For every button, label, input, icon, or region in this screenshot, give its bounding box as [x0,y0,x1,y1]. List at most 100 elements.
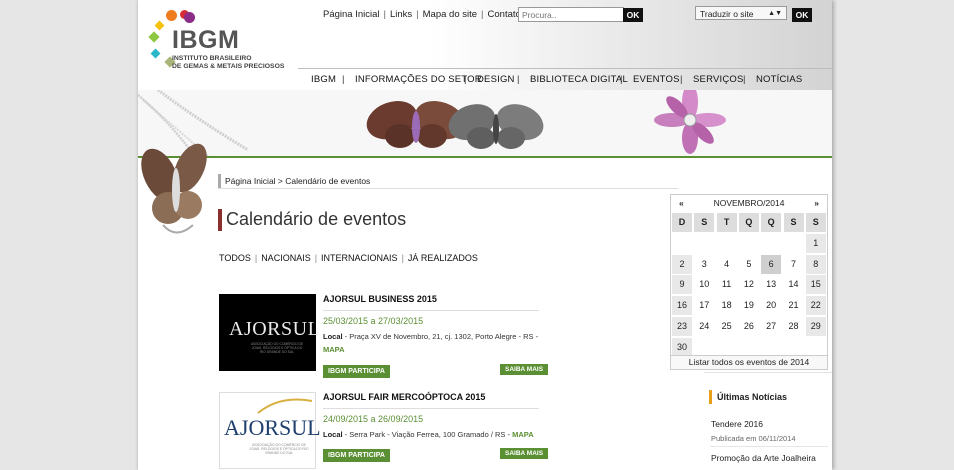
event-location-address: - Praça XV de Novembro, 21, cj. 1302, Po… [342,332,541,341]
nav-ibgm[interactable]: IBGM [311,74,336,85]
event-filters: TODOS | NACIONAIS | INTERNACIONAIS | JÁ REALIZ… [219,253,478,263]
saiba-mais-button[interactable]: SAIBA MAIS [500,448,549,459]
calendar-day[interactable]: 9 [672,275,692,295]
calendar-weekday-header: Q [761,213,782,232]
nav-design[interactable]: DESIGN [477,74,515,85]
calendar-day[interactable]: 18 [717,296,737,315]
calendar-day[interactable]: 16 [672,296,692,316]
news-item-title[interactable]: Tendere 2016 [711,419,763,429]
calendar-day[interactable]: 21 [784,296,804,315]
search-ok-button[interactable]: OK [623,8,643,22]
event-map-link[interactable]: MAPA [512,430,534,439]
event-title[interactable]: AJORSUL BUSINESS 2015 [323,294,437,304]
logo-diamond-yellow [154,20,165,31]
calendar-weekday-header: S [805,213,826,232]
event-title[interactable]: AJORSUL FAIR MERCOÓPTOCA 2015 [323,392,485,402]
calendar-day[interactable]: 25 [717,317,737,336]
news-item-title[interactable]: Promoção da Arte Joalheira [711,453,816,463]
search-input[interactable] [518,7,624,22]
calendar-next-button[interactable]: » [814,195,819,212]
calendar-month-title: NOVEMBRO/2014 [713,198,785,208]
calendar-day[interactable]: 13 [761,275,781,294]
calendar-day[interactable]: 5 [739,255,759,274]
calendar-day[interactable]: 14 [784,275,804,294]
nav-eventos[interactable]: EVENTOS [633,74,680,85]
calendar-day[interactable]: 15 [805,275,826,295]
logo-subtitle-line2: DE GEMAS & METAIS PRECIOSOS [172,63,285,70]
event-logo-image[interactable]: AJORSUL ASSOCIAÇÃO DO COMÉRCIO DE JOIAS,… [219,392,321,469]
separator: | [383,9,386,20]
event-date: 25/03/2015 a 27/03/2015 [323,316,424,326]
event-logo-text: AJORSUL [229,318,321,340]
calendar-day[interactable]: 26 [739,317,759,336]
event-logo-subtitle: ASSOCIAÇÃO DO COMÉRCIO DE JOIAS, RELÓGIO… [249,443,309,456]
calendar-day[interactable]: 4 [717,255,737,274]
calendar-day[interactable]: 3 [694,255,714,274]
calendar-day[interactable]: 24 [694,317,714,336]
calendar-list-all-link[interactable]: Listar todos os eventos de 2014 [671,355,827,369]
calendar-day[interactable]: 12 [739,275,759,294]
events-calendar: « NOVEMBRO/2014 » D S T Q Q S S 1 2 3 4 5 6 7 8 9 10 11 12… [670,194,828,370]
nav-separator: | [620,74,623,85]
logo-subtitle: INSTITUTO BRASILEIRO DE GEMAS & METAIS P… [172,55,284,71]
calendar-day[interactable]: 8 [805,254,826,274]
title-accent-bar [218,209,222,231]
toplink-links[interactable]: Links [390,9,412,20]
filter-past[interactable]: JÁ REALIZADOS [408,253,478,263]
nav-biblioteca[interactable]: BIBLIOTECA DIGITAL [530,74,628,85]
logo-subtitle-line1: INSTITUTO BRASILEIRO [172,55,252,62]
filter-national[interactable]: NACIONAIS [261,253,311,263]
filter-international[interactable]: INTERNACIONAIS [321,253,398,263]
sidebar-divider [704,372,832,373]
separator: | [254,253,258,263]
breadcrumb-home-link[interactable]: Página Inicial [225,176,276,186]
calendar-day[interactable]: 29 [805,317,826,336]
ibgm-logo[interactable]: IBGM INSTITUTO BRASILEIRO DE GEMAS & MET… [142,8,292,78]
calendar-day[interactable]: 19 [739,296,759,315]
calendar-day[interactable]: 6 [761,254,782,274]
news-item-date: Publicada em 06/11/2014 [711,434,796,443]
nav-separator: | [464,74,467,85]
nav-separator: | [743,74,746,85]
event-map-link[interactable]: MAPA [323,345,345,354]
calendar-day[interactable]: 11 [717,275,737,294]
event-date: 24/09/2015 a 26/09/2015 [323,414,424,424]
event-logo-text: AJORSUL [224,415,321,440]
calendar-day[interactable]: 7 [784,255,804,274]
calendar-day[interactable]: 30 [672,337,692,357]
calendar-day[interactable]: 28 [784,317,804,336]
separator: | [401,253,404,263]
logo-diamond-green [148,31,160,43]
calendar-day[interactable]: 23 [672,317,692,336]
calendar-day[interactable]: 20 [761,296,781,315]
toplink-home[interactable]: Página Inicial [323,9,380,20]
separator: | [416,9,419,20]
news-heading: Últimas Notícias [717,392,788,402]
filter-all[interactable]: TODOS [219,253,251,263]
translate-ok-button[interactable]: OK [792,8,812,22]
calendar-day[interactable]: 10 [694,275,714,294]
calendar-day[interactable]: 17 [694,296,714,315]
event-logo-image[interactable]: AJORSUL ASSOCIAÇÃO DO COMÉRCIO DE JOIAS,… [219,294,320,371]
calendar-day[interactable]: 22 [805,296,826,316]
breadcrumb-divider [218,188,678,189]
translate-select[interactable]: Traduzir o site ▲▼ [695,6,787,20]
calendar-day[interactable]: 2 [672,254,692,274]
saiba-mais-button[interactable]: SAIBA MAIS [500,364,549,375]
toplink-sitemap[interactable]: Mapa do site [423,9,477,20]
event-divider [323,310,539,311]
calendar-day[interactable]: 27 [761,317,781,336]
toplink-contact[interactable]: Contato [488,9,521,20]
butterfly-brooch-image [138,90,216,286]
logo-diamond-teal [150,48,161,59]
nav-servicos[interactable]: SERVIÇOS [693,74,744,85]
translate-select-value: Traduzir o site [700,9,754,19]
logo-dot-purple [184,12,195,23]
banner-divider [138,156,832,158]
nav-noticias[interactable]: NOTÍCIAS [756,74,802,85]
jewelry-banner [138,90,832,156]
event-logo-subtitle: ASSOCIAÇÃO DO COMÉRCIO DE JOIAS, RELÓGIO… [250,342,304,354]
calendar-day[interactable]: 1 [805,233,826,253]
calendar-weekday-header: S [694,213,715,232]
nav-informacoes[interactable]: INFORMAÇÕES DO SETOR [355,74,482,85]
